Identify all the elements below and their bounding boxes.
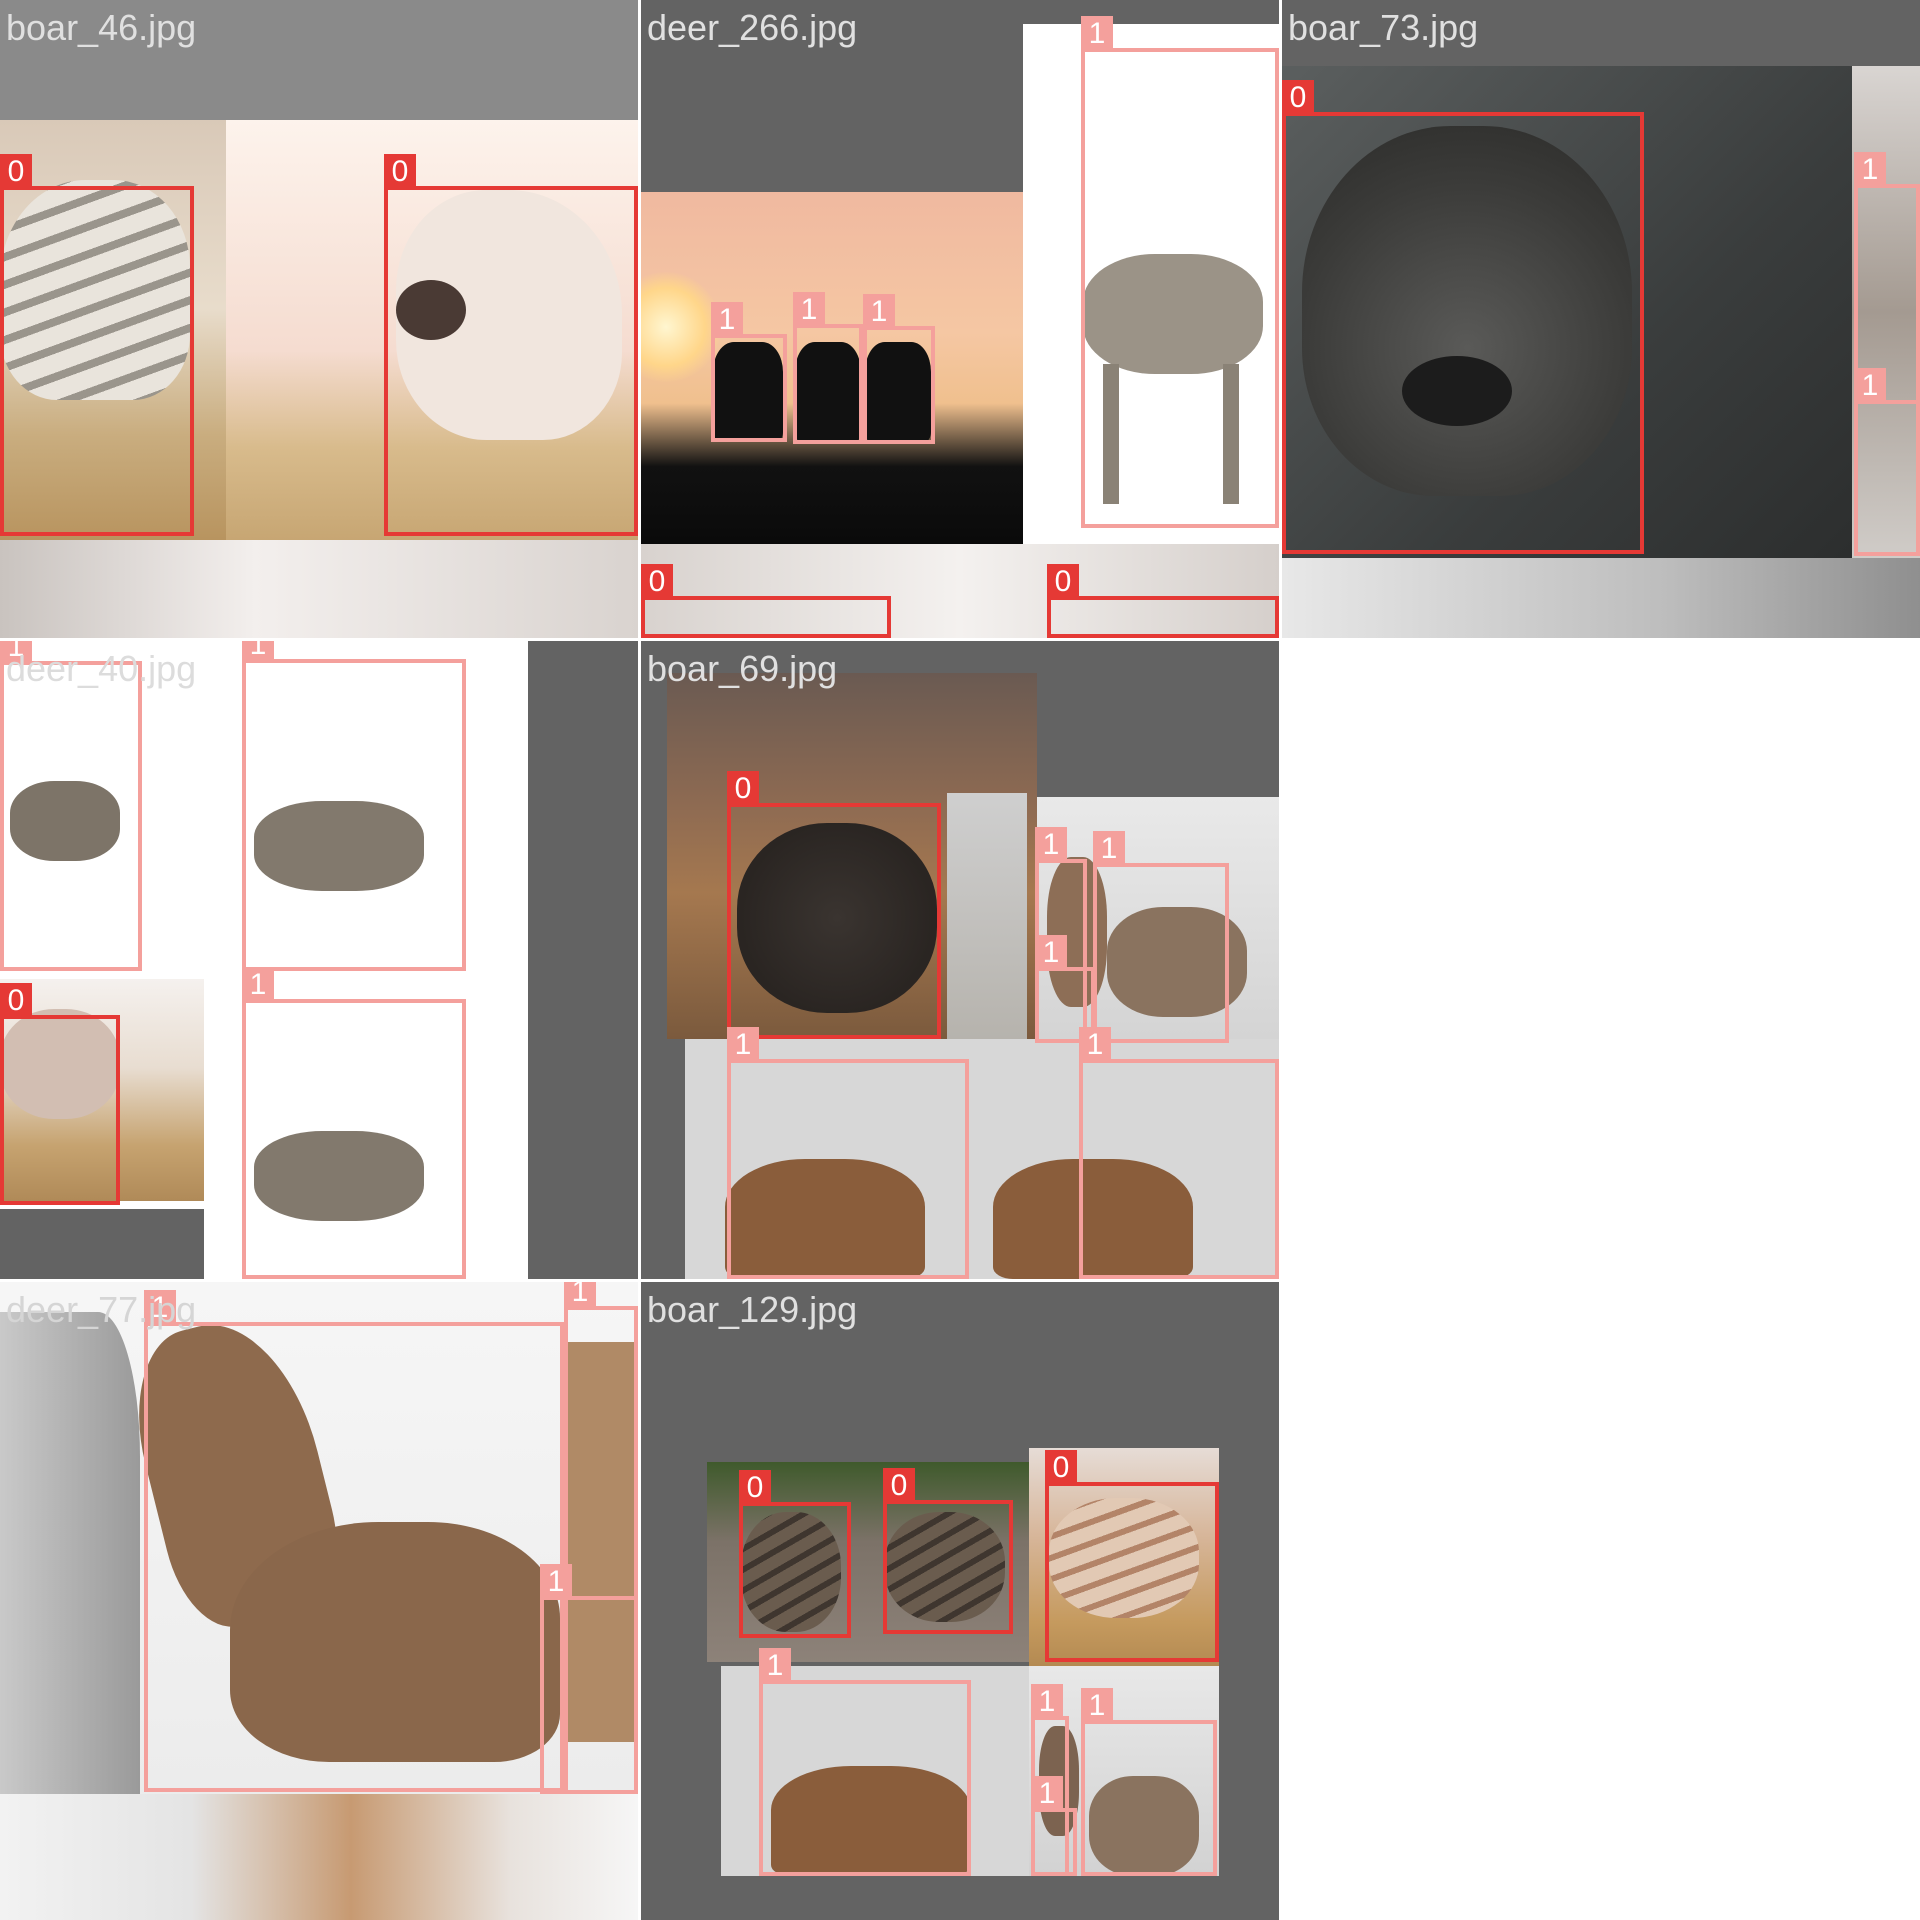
photo-bottom-strip <box>1282 558 1920 638</box>
bbox-class-label: 1 <box>1031 1776 1063 1812</box>
bbox-class-label: 0 <box>0 154 32 190</box>
bbox-class-label: 1 <box>1093 831 1125 867</box>
bbox-boar: 0 <box>1047 564 1279 638</box>
bbox-class-label: 0 <box>883 1468 915 1504</box>
bbox-deer: 1 <box>1081 1688 1217 1876</box>
bbox-boar: 0 <box>384 154 638 536</box>
bbox-boar: 0 <box>641 564 891 638</box>
bbox-class-label: 0 <box>0 983 32 1019</box>
bbox-deer: 1 <box>793 292 863 444</box>
mosaic-grid: boar_46.jpg 0 0 deer_266.jpg 1 1 1 1 0 0… <box>0 0 1920 1920</box>
bbox-boar: 0 <box>727 771 941 1039</box>
bbox-class-label: 1 <box>1035 827 1067 863</box>
bbox-class-label: 1 <box>727 1027 759 1063</box>
bbox-class-label: 1 <box>1031 1684 1063 1720</box>
tile-boar-69: boar_69.jpg 0 1 1 1 1 1 <box>641 641 1279 1279</box>
bbox-deer: 1 <box>242 641 466 971</box>
bbox-boar: 0 <box>1045 1450 1219 1662</box>
bbox-deer: 1 <box>1081 16 1279 528</box>
photo-gray-bar-right <box>528 641 638 1279</box>
photo-bottom-strip <box>0 540 638 638</box>
tile-boar-46: boar_46.jpg 0 0 <box>0 0 638 638</box>
bbox-deer: 1 <box>242 967 466 1279</box>
bbox-class-label: 0 <box>641 564 673 600</box>
bbox-class-label: 0 <box>1282 80 1314 116</box>
tile-title: boar_129.jpg <box>647 1289 858 1330</box>
tile-boar-129: boar_129.jpg 0 0 0 1 1 1 1 <box>641 1282 1279 1920</box>
bbox-deer: 1 <box>0 641 142 971</box>
bbox-class-label: 0 <box>1047 564 1079 600</box>
bbox-class-label: 1 <box>540 1564 572 1600</box>
empty-area <box>1282 641 1920 1920</box>
bbox-deer: 1 <box>1854 368 1920 556</box>
bbox-class-label: 1 <box>759 1648 791 1684</box>
tile-deer-77: deer_77.jpg 1 1 1 <box>0 1282 638 1920</box>
bbox-class-label: 1 <box>1081 1688 1113 1724</box>
bbox-class-label: 1 <box>242 641 274 663</box>
bbox-class-label: 0 <box>727 771 759 807</box>
tile-title: deer_77.jpg <box>6 1289 197 1330</box>
bbox-boar: 0 <box>0 983 120 1205</box>
tile-deer-40: deer_40.jpg 1 1 0 1 <box>0 641 638 1279</box>
photo-gray-bar-bottom <box>0 1209 204 1279</box>
tile-title: boar_46.jpg <box>6 7 197 48</box>
bbox-deer: 1 <box>540 1564 638 1794</box>
bbox-deer: 1 <box>863 294 935 444</box>
tile-title: deer_40.jpg <box>6 648 197 689</box>
bbox-class-label: 1 <box>1079 1027 1111 1063</box>
bbox-class-label: 1 <box>564 1282 596 1310</box>
photo-bottom-strip <box>0 1794 638 1920</box>
bbox-deer: 1 <box>1031 1776 1077 1876</box>
tile-title: boar_69.jpg <box>647 648 838 689</box>
bbox-class-label: 0 <box>739 1470 771 1506</box>
bbox-class-label: 1 <box>1035 935 1067 971</box>
bbox-class-label: 1 <box>242 967 274 1003</box>
bbox-class-label: 0 <box>1045 1450 1077 1486</box>
bbox-boar: 0 <box>883 1468 1013 1634</box>
bbox-deer: 1 <box>759 1648 971 1876</box>
bbox-class-label: 1 <box>1854 152 1886 188</box>
bbox-class-label: 1 <box>863 294 895 330</box>
bbox-deer: 1 <box>1093 831 1229 1043</box>
tile-deer-266: deer_266.jpg 1 1 1 1 0 0 <box>641 0 1279 638</box>
bbox-boar: 0 <box>1282 80 1644 554</box>
tile-boar-73: boar_73.jpg 0 1 1 <box>1282 0 1920 638</box>
bbox-boar: 0 <box>739 1470 851 1638</box>
bbox-deer: 1 <box>1079 1027 1279 1279</box>
bbox-class-label: 1 <box>1081 16 1113 52</box>
bbox-deer: 1 <box>711 302 787 442</box>
bbox-class-label: 1 <box>1854 368 1886 404</box>
bbox-class-label: 1 <box>793 292 825 328</box>
bbox-boar: 0 <box>0 154 194 536</box>
bbox-class-label: 0 <box>384 154 416 190</box>
bbox-deer: 1 <box>727 1027 969 1279</box>
tile-title: deer_266.jpg <box>647 7 858 48</box>
bbox-deer: 1 <box>144 1290 564 1792</box>
bbox-class-label: 1 <box>711 302 743 338</box>
tile-title: boar_73.jpg <box>1288 7 1479 48</box>
